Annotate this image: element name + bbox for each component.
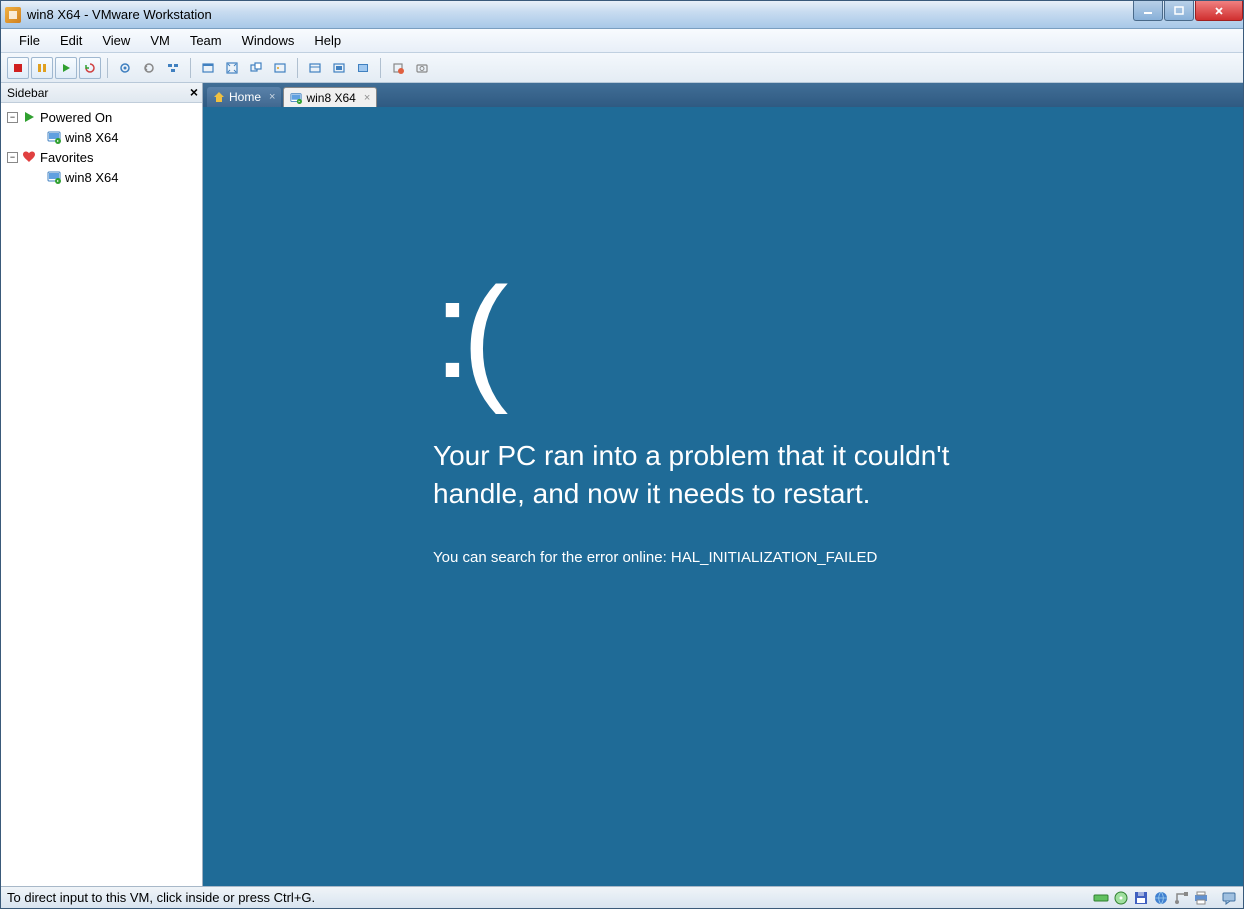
- close-button[interactable]: [1195, 1, 1243, 21]
- bsod-message: Your PC ran into a problem that it could…: [433, 437, 1033, 513]
- minimize-button[interactable]: [1133, 1, 1163, 21]
- show-console-button[interactable]: [197, 57, 219, 79]
- summary-view-button[interactable]: [304, 57, 326, 79]
- network-icon[interactable]: [1153, 890, 1169, 906]
- sidebar: Sidebar × − Powered On win8 X64 − Favor: [1, 83, 203, 886]
- window-title: win8 X64 - VMware Workstation: [27, 7, 212, 22]
- body-area: Sidebar × − Powered On win8 X64 − Favor: [1, 83, 1243, 886]
- statusbar: To direct input to this VM, click inside…: [1, 886, 1243, 908]
- tree-group-label: Powered On: [40, 110, 112, 125]
- convert-button[interactable]: [387, 57, 409, 79]
- capture-button[interactable]: [411, 57, 433, 79]
- unity-button[interactable]: [269, 57, 291, 79]
- hdd-icon[interactable]: [1093, 890, 1109, 906]
- tab-vm[interactable]: win8 X64 ×: [283, 87, 377, 107]
- menu-windows[interactable]: Windows: [232, 31, 305, 50]
- sidebar-tree: − Powered On win8 X64 − Favorites: [1, 103, 202, 886]
- appliance-view-button[interactable]: [328, 57, 350, 79]
- heart-icon: [22, 150, 36, 164]
- sidebar-title: Sidebar: [7, 86, 48, 100]
- suspend-button[interactable]: [31, 57, 53, 79]
- sidebar-close-button[interactable]: ×: [190, 84, 198, 100]
- titlebar[interactable]: win8 X64 - VMware Workstation: [1, 1, 1243, 29]
- quick-switch-button[interactable]: [245, 57, 267, 79]
- fullscreen-button[interactable]: [221, 57, 243, 79]
- sidebar-header: Sidebar ×: [1, 83, 202, 103]
- menu-file[interactable]: File: [9, 31, 50, 50]
- revert-snapshot-button[interactable]: [138, 57, 160, 79]
- tab-label: Home: [229, 90, 261, 104]
- tabbar: Home × win8 X64 ×: [203, 83, 1243, 107]
- menu-team[interactable]: Team: [180, 31, 232, 50]
- power-on-button[interactable]: [55, 57, 77, 79]
- tree-group-favorites[interactable]: − Favorites: [3, 147, 200, 167]
- status-text: To direct input to this VM, click inside…: [7, 890, 315, 905]
- snapshot-manager-button[interactable]: [162, 57, 184, 79]
- bsod-screen: :( Your PC ran into a problem that it co…: [203, 107, 1243, 886]
- tab-close-icon[interactable]: ×: [269, 91, 275, 103]
- toolbar: [1, 53, 1243, 83]
- maximize-button[interactable]: [1164, 1, 1194, 21]
- home-icon: [213, 91, 225, 103]
- app-icon: [5, 7, 21, 23]
- snapshot-button[interactable]: [114, 57, 136, 79]
- sad-face-icon: :(: [433, 267, 1243, 407]
- bsod-error-code: You can search for the error online: HAL…: [433, 549, 1243, 566]
- menu-view[interactable]: View: [92, 31, 140, 50]
- toolbar-separator: [297, 58, 298, 78]
- vm-icon: [47, 170, 61, 184]
- status-icons: [1093, 890, 1237, 906]
- main-area: Home × win8 X64 × :( Your PC ran into a …: [203, 83, 1243, 886]
- usb-icon[interactable]: [1173, 890, 1189, 906]
- menubar: File Edit View VM Team Windows Help: [1, 29, 1243, 53]
- menu-help[interactable]: Help: [304, 31, 351, 50]
- sound-icon[interactable]: [1213, 890, 1217, 906]
- menu-edit[interactable]: Edit: [50, 31, 92, 50]
- menu-vm[interactable]: VM: [140, 31, 180, 50]
- tree-group-powered-on[interactable]: − Powered On: [3, 107, 200, 127]
- cd-icon[interactable]: [1113, 890, 1129, 906]
- tab-home[interactable]: Home ×: [207, 87, 281, 107]
- floppy-icon[interactable]: [1133, 890, 1149, 906]
- console-view-button[interactable]: [352, 57, 374, 79]
- printer-icon[interactable]: [1193, 890, 1209, 906]
- window-controls: [1132, 1, 1243, 21]
- tab-label: win8 X64: [306, 91, 355, 105]
- collapse-icon[interactable]: −: [7, 152, 18, 163]
- play-icon: [22, 110, 36, 124]
- vm-console[interactable]: :( Your PC ran into a problem that it co…: [203, 107, 1243, 886]
- tree-item[interactable]: win8 X64: [3, 167, 200, 187]
- tree-group-label: Favorites: [40, 150, 93, 165]
- message-icon[interactable]: [1221, 890, 1237, 906]
- tree-item-label: win8 X64: [65, 170, 118, 185]
- app-window: win8 X64 - VMware Workstation File Edit …: [0, 0, 1244, 909]
- vm-icon: [290, 92, 302, 104]
- power-off-button[interactable]: [7, 57, 29, 79]
- tab-close-icon[interactable]: ×: [364, 92, 370, 104]
- reset-button[interactable]: [79, 57, 101, 79]
- toolbar-separator: [107, 58, 108, 78]
- tree-item[interactable]: win8 X64: [3, 127, 200, 147]
- toolbar-separator: [380, 58, 381, 78]
- toolbar-separator: [190, 58, 191, 78]
- vm-icon: [47, 130, 61, 144]
- tree-item-label: win8 X64: [65, 130, 118, 145]
- collapse-icon[interactable]: −: [7, 112, 18, 123]
